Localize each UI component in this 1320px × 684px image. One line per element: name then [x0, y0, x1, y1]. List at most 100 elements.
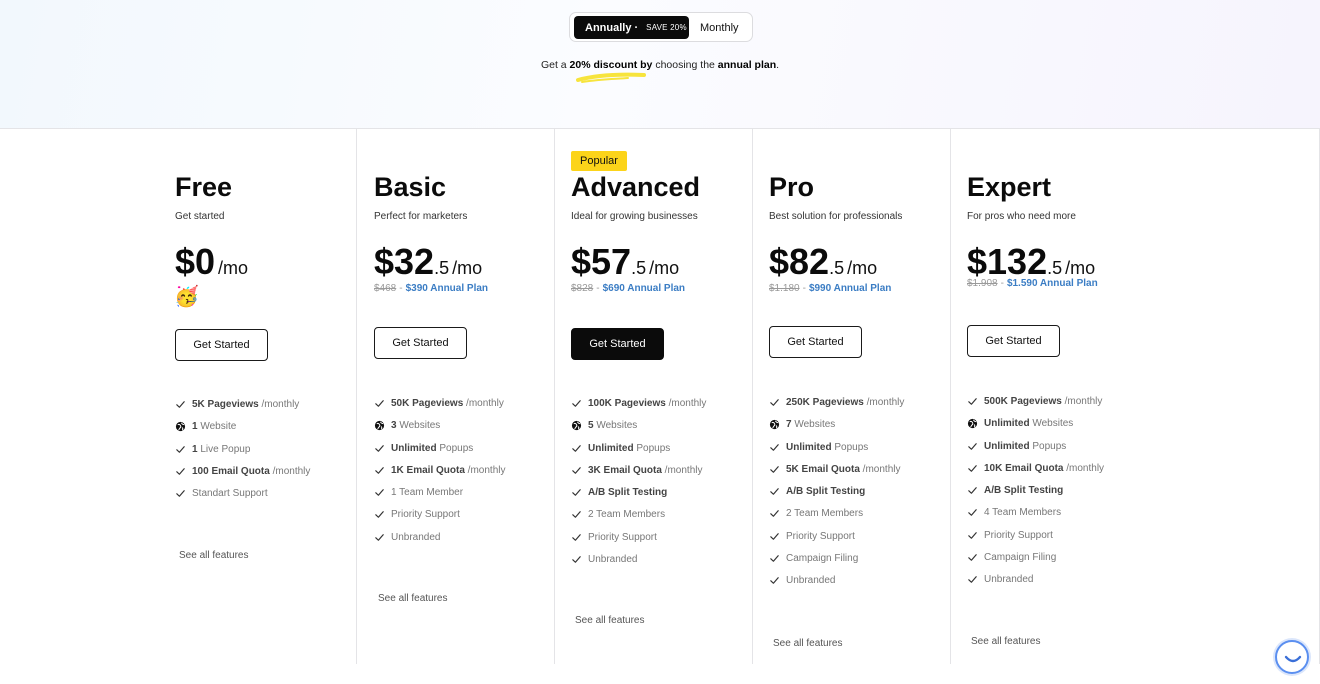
feature-item: Unlimited Websites [967, 417, 1104, 439]
feature-text: /monthly [661, 464, 703, 476]
feature-list: 500K Pageviews /monthly Unlimited Websit… [967, 395, 1104, 596]
price-separator: - [802, 283, 806, 294]
feature-highlight: Unlimited [588, 442, 634, 454]
chat-smile-icon [1284, 655, 1302, 663]
check-icon [769, 464, 780, 475]
feature-text: Campaign Filing [786, 553, 859, 565]
feature-text: 2 Team Members [588, 509, 666, 521]
price-separator: - [596, 283, 600, 294]
feature-text: Unbranded [786, 575, 836, 587]
see-all-features-link[interactable]: See all features [179, 550, 249, 561]
feature-text: Priority Support [588, 531, 657, 543]
price-unit: /mo [847, 258, 878, 278]
feature-item: Priority Support [967, 529, 1104, 551]
globe-icon [769, 419, 780, 430]
plan-name: Free [175, 172, 233, 202]
check-icon [769, 553, 780, 564]
feature-highlight: 5K Pageviews [192, 399, 259, 410]
feature-highlight: 250K Pageviews [786, 397, 864, 408]
feature-text: /monthly [863, 397, 905, 408]
plan-tagline: For pros who need more [967, 211, 1076, 222]
feature-item: Unbranded [374, 531, 505, 553]
plan-tagline: Best solution for professionals [769, 211, 903, 222]
plan-price: $132 .5 /mo [967, 241, 1095, 283]
plans-grid: Free Get started $0 /mo 🥳 Get Started 5K P… [0, 129, 1320, 684]
feature-item: Unbranded [769, 574, 904, 596]
get-started-button[interactable]: Get Started [769, 326, 862, 358]
feature-highlight: 3K Email Quota [588, 464, 662, 476]
feature-item: Priority Support [374, 508, 505, 530]
plan-name: Expert [967, 172, 1052, 202]
feature-item: Campaign Filing [769, 552, 904, 574]
get-started-button[interactable]: Get Started [175, 329, 268, 361]
feature-item: A/B Split Testing [967, 484, 1104, 506]
feature-highlight: A/B Split Testing [588, 487, 668, 499]
see-all-features-link[interactable]: See all features [773, 638, 843, 649]
feature-item: 2 Team Members [769, 507, 904, 529]
feature-item: 5K Email Quota /monthly [769, 463, 904, 485]
price-decimal: .5 [434, 258, 450, 278]
get-started-button[interactable]: Get Started [571, 328, 664, 360]
feature-text: Campaign Filing [984, 552, 1057, 564]
check-icon [374, 487, 385, 498]
annual-plan-price: $690 Annual Plan [602, 283, 686, 294]
feature-text: /monthly [463, 398, 504, 409]
globe-icon [571, 420, 582, 431]
plan-tagline: Get started [175, 211, 225, 222]
feature-item: Unbranded [967, 573, 1104, 595]
feature-text: Unbranded [588, 554, 638, 566]
check-icon [175, 488, 186, 499]
feature-item: Unlimited Popups [967, 440, 1104, 462]
check-icon [571, 487, 582, 498]
plan-price: $57 .5 /mo [571, 241, 679, 283]
feature-text: Popups [633, 442, 671, 454]
feature-item: Unbranded [571, 553, 706, 575]
price-amount: $132 [967, 241, 1048, 282]
feature-text: Unbranded [391, 531, 441, 543]
feature-highlight: 1K Email Quota [391, 464, 465, 476]
feature-item: 10K Email Quota /monthly [967, 462, 1104, 484]
discount-prefix: Get a [540, 59, 570, 71]
highlight-underline [576, 72, 646, 83]
feature-item: 50K Pageviews /monthly [374, 397, 505, 419]
plan-card-advanced: Popular Advanced Ideal for growing busines… [554, 129, 752, 664]
check-icon [769, 486, 780, 497]
feature-highlight: Unlimited [984, 418, 1030, 430]
feature-text: /monthly [464, 464, 506, 476]
feature-text: Popups [436, 442, 474, 454]
check-icon [374, 465, 385, 476]
price-unit: /mo [649, 258, 680, 278]
monthly-option[interactable]: Monthly [700, 16, 739, 39]
old-price: $1.180 [769, 283, 800, 294]
old-price: $1.908 [967, 278, 998, 289]
annual-option[interactable]: Annually · SAVE 20% [574, 16, 689, 39]
old-price: $828 [571, 283, 594, 294]
check-icon [967, 485, 978, 496]
check-icon [769, 508, 780, 519]
feature-item: Unlimited Popups [571, 442, 706, 464]
price-decimal: .5 [631, 258, 647, 278]
save-badge: SAVE 20% [646, 23, 687, 32]
feature-item: Priority Support [769, 530, 904, 552]
chat-launcher-button[interactable] [1275, 640, 1309, 674]
see-all-features-link[interactable]: See all features [971, 636, 1041, 647]
discount-plan-bold: annual plan [717, 59, 777, 71]
price-amount: $32 [374, 241, 435, 282]
plan-card-pro: Pro Best solution for professionals $82 .… [752, 129, 950, 664]
feature-text: Websites [396, 420, 441, 432]
billing-toggle[interactable]: Annually · SAVE 20% Monthly [569, 12, 753, 42]
discount-middle: choosing the [652, 59, 718, 71]
get-started-button[interactable]: Get Started [967, 325, 1060, 357]
feature-item: 5K Pageviews /monthly [175, 398, 310, 420]
feature-highlight: 100 Email Quota [192, 465, 270, 477]
feature-highlight: 50K Pageviews [391, 398, 464, 409]
see-all-features-link[interactable]: See all features [378, 593, 448, 604]
pricing-hero: Annually · SAVE 20% Monthly Get a 20% di… [0, 0, 1320, 129]
plan-tagline: Perfect for marketers [374, 211, 468, 222]
feature-item: 250K Pageviews /monthly [769, 396, 904, 418]
get-started-button[interactable]: Get Started [374, 327, 467, 359]
check-icon [374, 532, 385, 543]
feature-text: /monthly [665, 398, 707, 409]
see-all-features-link[interactable]: See all features [575, 615, 645, 626]
plan-card-expert: Expert For pros who need more $132 .5 /mo… [950, 129, 1320, 664]
